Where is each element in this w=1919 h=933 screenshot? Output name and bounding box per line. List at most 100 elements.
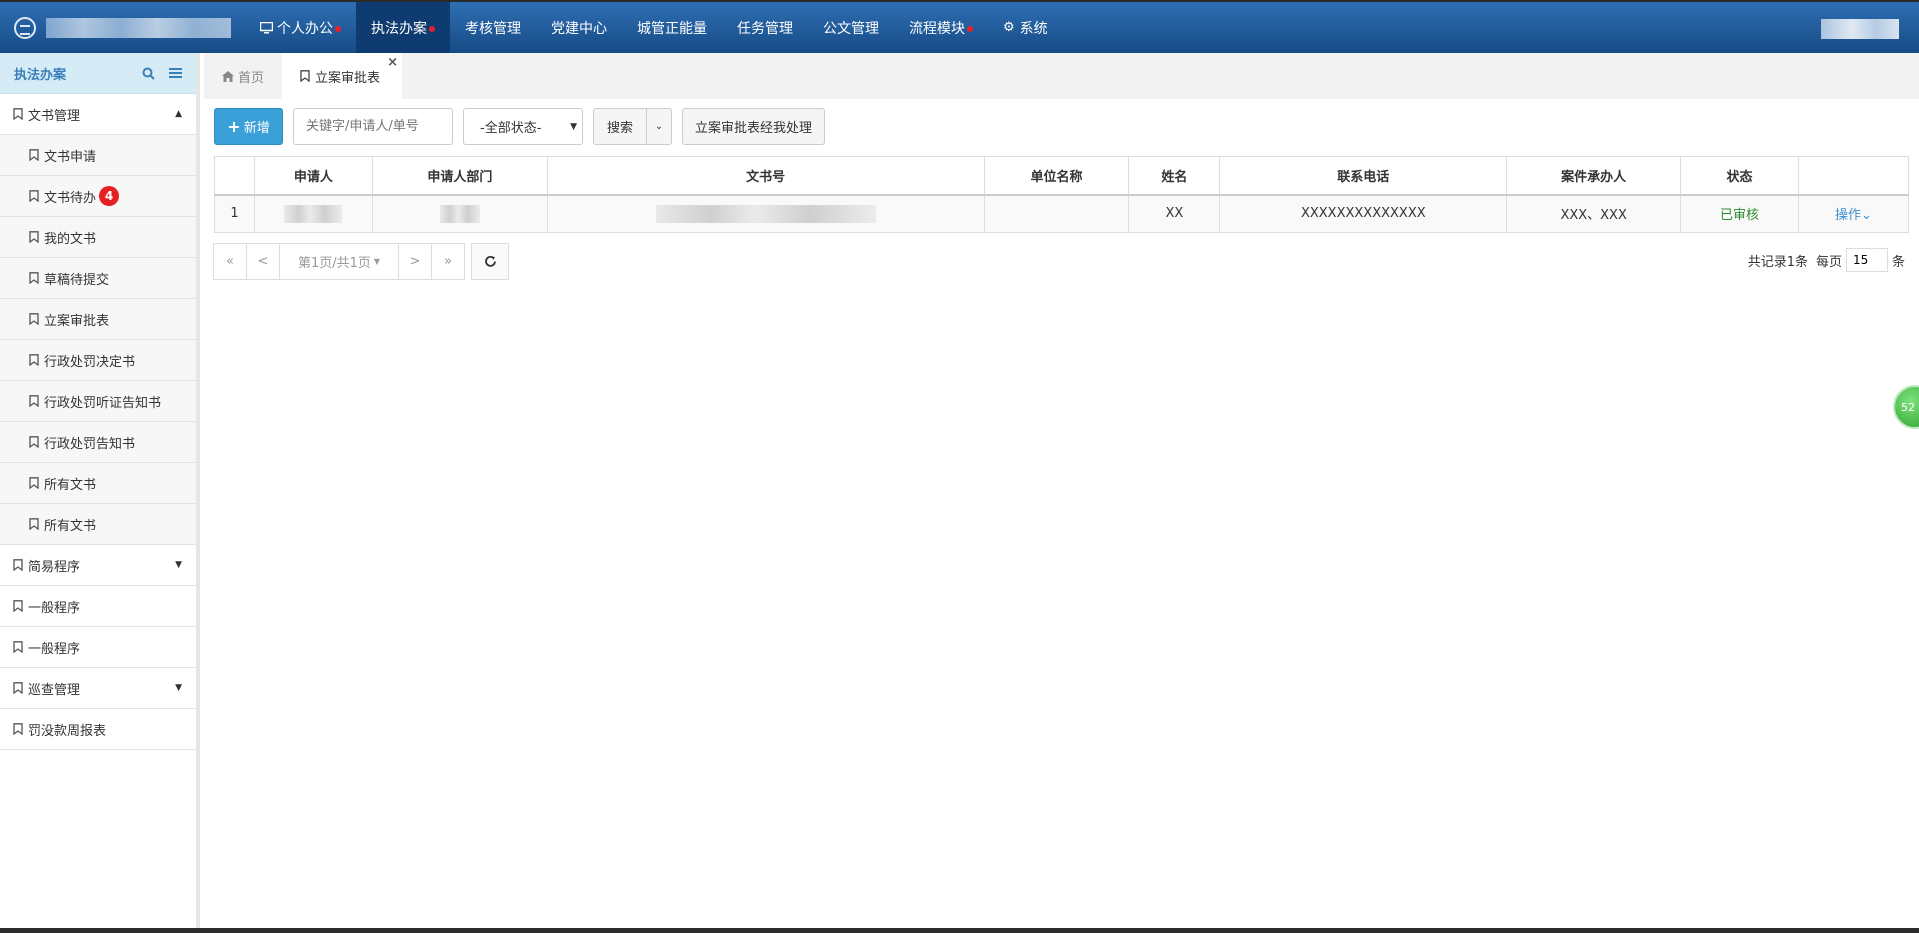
sidebar-item-11[interactable]: 简易程序 ▼: [0, 545, 196, 586]
refresh-icon: [484, 255, 496, 267]
last-page-button[interactable]: »: [431, 243, 465, 280]
topnav-item-4[interactable]: 城管正能量: [622, 2, 722, 53]
per-page-label: 每页: [1815, 254, 1842, 270]
main-content: 首页 立案审批表 × +新增 -全部状态- ▼ 搜索 ⌄ 立案审批表经我处理 申请…: [204, 53, 1919, 928]
topnav-label: 党建中心: [551, 20, 607, 37]
topnav-item-7[interactable]: 流程模块: [894, 2, 988, 53]
menu-icon[interactable]: [169, 67, 182, 79]
topnav-item-8[interactable]: ⚙ 系统: [988, 2, 1063, 53]
bookmark-icon: [29, 436, 39, 448]
topnav-label: 个人办公: [277, 20, 333, 37]
sidebar-item-label: 罚没款周报表: [28, 723, 107, 739]
topnav-item-3[interactable]: 党建中心: [536, 2, 622, 53]
sidebar-item-15[interactable]: 罚没款周报表: [0, 709, 196, 750]
first-page-button[interactable]: «: [213, 243, 247, 280]
cell-department-blurred: [371, 194, 548, 233]
keyword-search-input[interactable]: [293, 108, 453, 145]
refresh-button[interactable]: [471, 243, 509, 280]
caret-up-icon: ▲: [175, 109, 182, 119]
prev-page-button[interactable]: <: [246, 243, 280, 280]
next-page-button[interactable]: >: [398, 243, 432, 280]
close-tab-icon[interactable]: ×: [387, 55, 398, 70]
app-logo-blurred: [46, 17, 231, 38]
gear-icon: ⚙: [1003, 20, 1015, 35]
sidebar-title: 执法办案: [14, 67, 67, 83]
sidebar-item-5[interactable]: 立案审批表: [0, 299, 196, 340]
sidebar-item-label: 我的文书: [44, 231, 97, 247]
topnav-label: 系统: [1019, 20, 1048, 37]
caret-down-icon: ▼: [570, 121, 577, 132]
topnav-label: 考核管理: [465, 20, 521, 37]
data-table: 申请人 申请人部门 文书号 单位名称 姓名 联系电话 案件承办人 状态 1 XX XXXXXX…: [214, 156, 1909, 233]
add-button[interactable]: + 新增: [214, 108, 283, 145]
tab-home-label: 首页: [238, 70, 265, 86]
sidebar-item-label: 文书管理: [28, 108, 81, 124]
cell-phone: XXXXXXXXXXXXXX: [1219, 194, 1508, 233]
topnav-item-2[interactable]: 考核管理: [450, 2, 536, 53]
topnav-item-6[interactable]: 公文管理: [808, 2, 894, 53]
operation-label: 操作: [1835, 208, 1862, 224]
tab-active-label: 立案审批表: [315, 70, 381, 86]
notification-dot: [967, 25, 973, 32]
page-size-input[interactable]: [1845, 248, 1888, 272]
bookmark-icon: [13, 723, 23, 735]
sidebar-item-2[interactable]: 文书待办 4: [0, 176, 196, 217]
search-split-button: 搜索 ⌄: [593, 108, 672, 145]
sidebar-item-1[interactable]: 文书申请: [0, 135, 196, 176]
topnav-item-5[interactable]: 任务管理: [722, 2, 808, 53]
top-navbar: 个人办公 执法办案 考核管理 党建中心 城管正能量 任务管理 公文管理 流程模块 ⚙ 系统: [0, 0, 1919, 53]
column-header: 单位名称: [983, 156, 1130, 196]
tab-bar: 首页 立案审批表 ×: [204, 53, 1919, 99]
sidebar-item-0[interactable]: 文书管理 ▲: [0, 94, 196, 135]
bookmark-icon: [29, 231, 39, 243]
tab-home[interactable]: 首页: [204, 53, 282, 99]
cell-status: 已审核: [1680, 194, 1799, 233]
notification-dot: [429, 25, 435, 32]
status-select[interactable]: -全部状态- ▼: [463, 108, 583, 145]
topnav-item-1[interactable]: 执法办案: [356, 2, 450, 53]
search-button[interactable]: 搜索: [594, 109, 647, 144]
sidebar-item-6[interactable]: 行政处罚决定书: [0, 340, 196, 381]
search-icon[interactable]: [142, 67, 155, 80]
total-records-label: 共记录1条: [1747, 254, 1808, 270]
column-header: [1798, 156, 1909, 196]
cell-handler: XXX、XXX: [1506, 194, 1682, 233]
column-header: 申请人部门: [371, 156, 548, 196]
sidebar-item-label: 巡查管理: [28, 682, 81, 698]
topnav-item-0[interactable]: 个人办公: [245, 2, 356, 53]
sidebar-item-7[interactable]: 行政处罚听证告知书: [0, 381, 196, 422]
user-info-blurred[interactable]: [1821, 19, 1899, 39]
logo-area: [0, 2, 245, 53]
bookmark-icon: [29, 395, 39, 407]
caret-down-icon: ▼: [373, 257, 381, 266]
sidebar-item-9[interactable]: 所有文书: [0, 463, 196, 504]
handled-by-me-button[interactable]: 立案审批表经我处理: [682, 108, 826, 145]
sidebar-item-label: 行政处罚决定书: [44, 354, 136, 370]
tab-case-approval[interactable]: 立案审批表 ×: [282, 53, 403, 99]
topnav-label: 执法办案: [371, 20, 427, 37]
sidebar-item-13[interactable]: 一般程序: [0, 627, 196, 668]
monitor-icon: [260, 21, 273, 33]
page-info-dropdown[interactable]: 第1页/共1页 ▼: [279, 243, 399, 280]
bottom-strip: [0, 928, 1919, 933]
add-label: 新增: [243, 121, 270, 136]
topnav-label: 流程模块: [909, 20, 965, 37]
sidebar-item-label: 简易程序: [28, 559, 81, 575]
home-icon: [222, 70, 234, 82]
sidebar-item-label: 行政处罚听证告知书: [44, 395, 162, 411]
sidebar-item-3[interactable]: 我的文书: [0, 217, 196, 258]
caret-down-icon: ▼: [175, 560, 182, 570]
sidebar-item-10[interactable]: 所有文书: [0, 504, 196, 545]
chevron-down-icon: ⌄: [1861, 208, 1872, 224]
sidebar-item-4[interactable]: 草稿待提交: [0, 258, 196, 299]
operation-dropdown-link[interactable]: 操作⌄: [1835, 208, 1872, 223]
sidebar-item-label: 文书待办: [44, 190, 97, 206]
sidebar-item-8[interactable]: 行政处罚告知书: [0, 422, 196, 463]
sidebar-item-12[interactable]: 一般程序: [0, 586, 196, 627]
plus-icon: +: [227, 117, 241, 136]
chevron-down-icon[interactable]: ⌄: [647, 109, 671, 144]
sidebar-item-label: 文书申请: [44, 149, 97, 165]
sidebar-item-14[interactable]: 巡查管理 ▼: [0, 668, 196, 709]
topnav-label: 公文管理: [823, 20, 879, 37]
per-page-suffix: 条: [1891, 254, 1905, 270]
